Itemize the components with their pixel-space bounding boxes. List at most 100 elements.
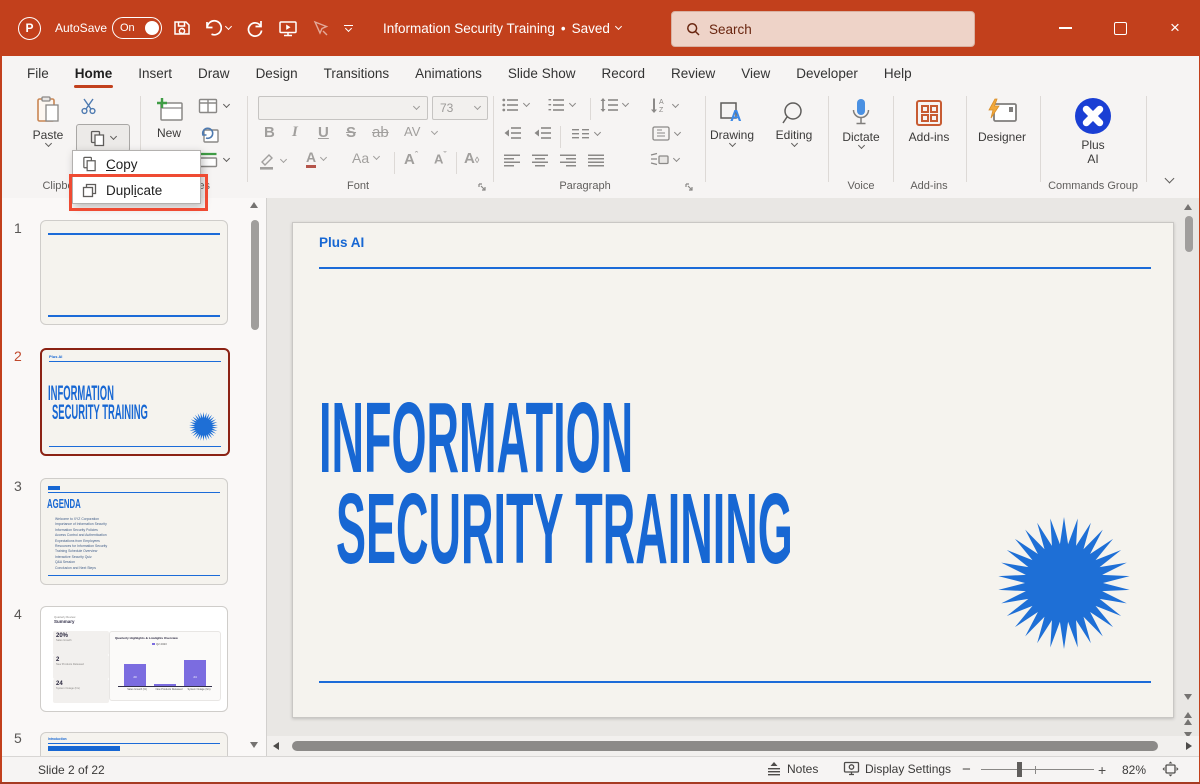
bold-button[interactable]: B [264,124,275,141]
tab-review[interactable]: Review [658,56,728,90]
laser-pointer-icon[interactable] [311,0,330,56]
tab-insert[interactable]: Insert [125,56,185,90]
tab-record[interactable]: Record [588,56,658,90]
text-highlight-button[interactable] [258,152,288,170]
canvas-scrollbar-thumb[interactable] [1185,216,1193,252]
justify-button[interactable] [588,154,604,167]
maximize-button[interactable] [1097,0,1143,56]
cut-button[interactable] [80,98,97,115]
starburst-shape[interactable] [998,517,1130,649]
notes-button[interactable]: Notes [766,761,818,777]
add-ins-button[interactable]: Add-ins [898,98,960,144]
tab-design[interactable]: Design [243,56,311,90]
redo-button[interactable] [246,0,265,56]
change-case-button[interactable]: Aa [352,150,381,166]
new-slide-button[interactable]: New [146,96,192,140]
slide-thumbnail-1[interactable] [40,220,228,325]
underline-button[interactable]: U [318,124,329,141]
undo-button[interactable] [203,0,233,56]
slide-editing-surface[interactable]: Plus AI INFORMATION SECURITY TRAINING [292,222,1174,718]
thumb2-header: Plus AI [49,354,63,359]
minimize-button[interactable] [1042,0,1088,56]
grow-font-button[interactable]: Aˆ [404,150,418,168]
font-name-combobox[interactable] [258,96,428,120]
align-center-button[interactable] [532,154,548,167]
tab-file[interactable]: File [14,56,62,90]
zoom-slider-track[interactable] [981,762,1094,777]
slide-thumbnail-3[interactable]: AGENDA Welcome to XYZ Corporation Import… [40,478,228,585]
zoom-level[interactable]: 82% [1122,763,1146,777]
display-settings-button[interactable]: Display Settings [843,761,951,776]
paste-button[interactable]: Paste [26,96,70,148]
save-icon[interactable] [172,0,192,56]
slide-indicator[interactable]: Slide 2 of 22 [38,763,105,777]
decrease-indent-button[interactable] [504,126,522,140]
clear-formatting-button[interactable]: A◊ [464,150,479,167]
canvas-scroll-down-arrow[interactable] [1184,694,1192,700]
zoom-out-button[interactable]: − [962,761,971,778]
align-right-button[interactable] [560,154,576,167]
powerpoint-logo-icon[interactable]: P [18,0,41,56]
panel-scroll-up-arrow[interactable] [250,202,258,208]
designer-button[interactable]: Designer [972,98,1032,144]
tab-help[interactable]: Help [871,56,925,90]
collapse-ribbon-chevron-icon[interactable] [1164,173,1175,184]
font-size-combobox[interactable]: 73 [432,96,488,120]
strikethrough-button[interactable]: S [346,124,356,141]
shrink-font-button[interactable]: Aˇ [434,150,446,166]
panel-scroll-down-arrow[interactable] [250,742,258,748]
layout-button[interactable] [198,98,231,114]
line-spacing-button[interactable] [600,98,630,112]
tab-slide-show[interactable]: Slide Show [495,56,589,90]
plus-ai-button[interactable]: Plus AI [1050,96,1136,166]
font-color-button[interactable]: A [306,150,328,168]
increase-indent-button[interactable] [534,126,552,140]
scroll-left-arrow[interactable] [273,742,279,750]
convert-to-smartart-button[interactable] [650,152,681,167]
panel-scrollbar-thumb[interactable] [251,220,259,330]
copy-split-button[interactable] [76,124,130,152]
horizontal-scrollbar-thumb[interactable] [292,741,1158,751]
double-strikethrough-button[interactable]: ab [372,124,389,141]
drawing-menu-button[interactable]: A Drawing [706,100,758,148]
bullets-button[interactable] [502,98,531,112]
text-direction-button[interactable] [652,126,682,141]
close-button[interactable]: × [1152,0,1198,56]
zoom-slider-thumb[interactable] [1017,762,1022,777]
font-dialog-launcher-icon[interactable] [477,182,487,192]
slide-title-line2[interactable]: SECURITY TRAINING [336,479,793,579]
sort-text-button[interactable]: AZ [650,98,680,113]
horizontal-scrollbar[interactable] [267,736,1200,756]
slide-thumbnail-2-selected[interactable]: Plus AI INFORMATION SECURITY TRAINING [40,348,230,456]
character-spacing-button[interactable]: AV [404,124,420,139]
scroll-right-arrow[interactable] [1186,742,1192,750]
numbering-button[interactable] [548,98,577,112]
slideshow-from-beginning-icon[interactable] [278,0,298,56]
undo-chevron-icon[interactable] [224,22,233,31]
canvas-scroll-up-arrow[interactable] [1184,204,1192,210]
previous-slide-button[interactable] [1184,712,1192,725]
fit-slide-to-window-button[interactable] [1162,761,1179,777]
italic-button[interactable]: I [292,124,298,141]
columns-button[interactable] [572,128,602,140]
align-left-button[interactable] [504,154,520,167]
quick-access-toolbar-chevron-icon[interactable] [344,0,353,56]
editing-menu-button[interactable]: Editing [766,100,822,148]
tab-animations[interactable]: Animations [402,56,495,90]
paragraph-dialog-launcher-icon[interactable] [684,182,694,192]
slide-thumbnail-4[interactable]: Quarterly Review Summary 20% Sales Growt… [40,606,228,712]
slide-header-text[interactable]: Plus AI [319,235,364,250]
autosave-toggle[interactable]: On [112,0,162,56]
reset-slide-button[interactable] [200,126,220,144]
search-input[interactable]: Search [671,11,975,47]
tab-home[interactable]: Home [62,56,126,90]
section-button[interactable] [198,152,231,168]
tab-view[interactable]: View [728,56,783,90]
tab-developer[interactable]: Developer [783,56,871,90]
document-title[interactable]: Information Security Training • Saved [383,0,622,56]
tab-transitions[interactable]: Transitions [311,56,403,90]
zoom-in-button[interactable]: + [1098,762,1106,778]
tab-draw[interactable]: Draw [185,56,243,90]
dictate-button[interactable]: Dictate [834,98,888,150]
character-spacing-chevron-icon[interactable] [430,127,439,136]
